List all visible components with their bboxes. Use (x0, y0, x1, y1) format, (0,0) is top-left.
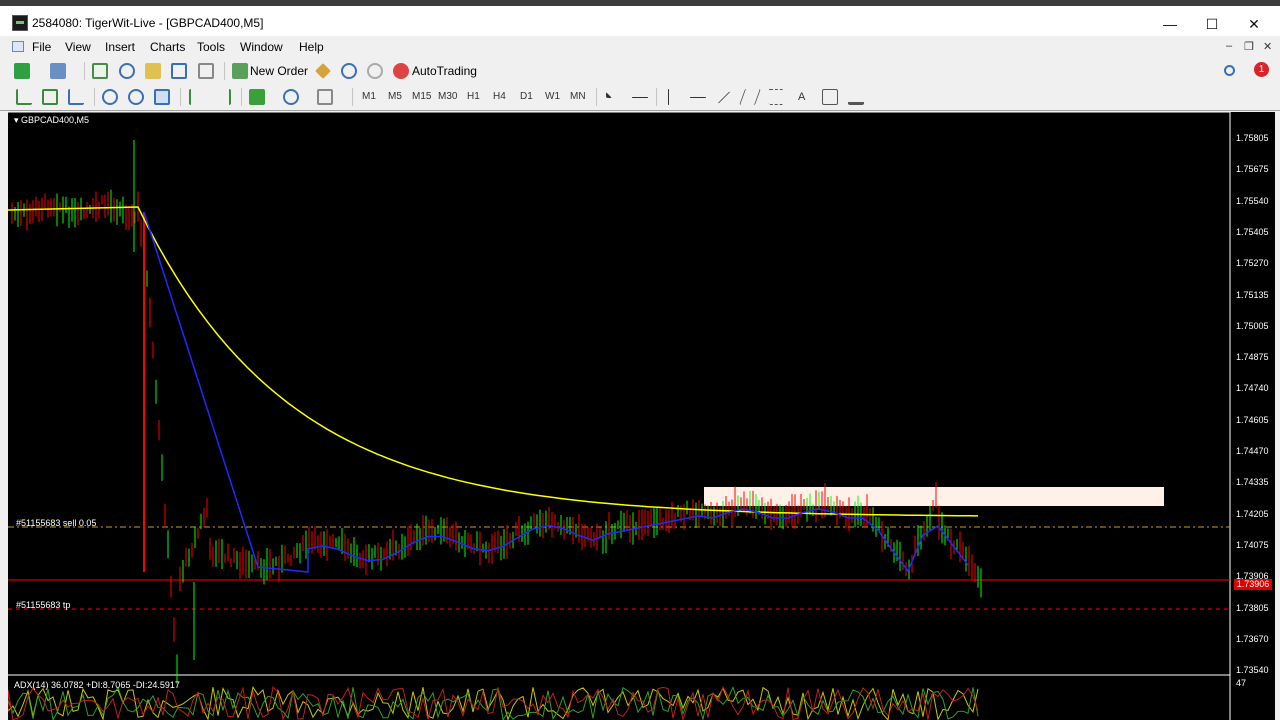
chart-shift-icon[interactable] (215, 89, 231, 105)
price-axis-tick: 1.75675 (1236, 164, 1269, 175)
strategy-tester-icon[interactable] (171, 63, 187, 79)
close-button[interactable]: ✕ (1234, 12, 1274, 36)
price-axis-tick: 1.75270 (1236, 258, 1269, 269)
app-icon (12, 15, 28, 31)
timeframe-mn[interactable]: MN (570, 91, 586, 102)
periods-icon[interactable] (283, 89, 299, 105)
price-axis-tick: 1.75005 (1236, 320, 1269, 331)
price-chart[interactable] (8, 112, 1280, 720)
price-axis-tick: 1.74470 (1236, 446, 1269, 456)
standard-toolbar: New Order AutoTrading 1 (0, 58, 1280, 84)
signals-icon[interactable] (341, 63, 357, 79)
menu-insert[interactable]: Insert (105, 40, 135, 54)
menu-view[interactable]: View (65, 40, 91, 54)
indicators-icon[interactable] (249, 89, 265, 105)
price-axis-tick: 1.75540 (1236, 195, 1269, 206)
price-axis-tick: 1.75135 (1236, 289, 1269, 300)
tile-windows-icon[interactable] (154, 89, 170, 105)
price-axis-tick: 1.74740 (1236, 383, 1269, 394)
new-chart-icon[interactable] (14, 63, 30, 79)
order-sell-label: #51155683 sell 0.05 (16, 518, 97, 528)
zoom-window-icon[interactable] (198, 63, 214, 79)
timeframe-m5[interactable]: M5 (388, 91, 402, 102)
price-axis-tick: 1.73540 (1236, 665, 1269, 676)
window-title: 2584080: TigerWit-Live - [GBPCAD400,M5] (32, 16, 264, 30)
adx-indicator-label: ADX(14) 36.0782 +DI:8.7065 -DI:24.5917 (14, 680, 180, 690)
timeframe-m15[interactable]: M15 (412, 91, 431, 102)
document-icon[interactable] (12, 41, 24, 52)
text-label-icon[interactable] (822, 89, 838, 105)
new-order-icon[interactable] (232, 63, 248, 79)
title-bar: 2584080: TigerWit-Live - [GBPCAD400,M5] … (0, 0, 1280, 36)
supply-zone-rect (704, 487, 1164, 506)
mdi-close-button[interactable]: ✕ (1263, 40, 1272, 53)
price-axis-tick: 1.73805 (1236, 602, 1269, 613)
navigator-icon[interactable] (119, 63, 135, 79)
fibonacci-icon[interactable] (768, 89, 784, 105)
chart-window[interactable]: ▾ GBPCAD400,M5 1.75805 1.75675 1.75540 1.75… (8, 112, 1280, 720)
menu-help[interactable]: Help (299, 40, 324, 54)
price-axis-tick: 1.75405 (1236, 226, 1269, 237)
terminal-icon[interactable] (145, 63, 161, 79)
current-price-tag: 1.73906 (1234, 579, 1272, 590)
menu-tools[interactable]: Tools (197, 40, 225, 54)
timeframe-h4[interactable]: H4 (493, 91, 506, 102)
maximize-button[interactable]: ☐ (1192, 12, 1232, 36)
menu-window[interactable]: Window (240, 40, 283, 54)
timeframe-m1[interactable]: M1 (362, 91, 376, 102)
price-axis-tick: 1.73670 (1236, 633, 1269, 644)
metaeditor-icon[interactable] (315, 63, 331, 79)
price-axis-tick: 1.74335 (1236, 477, 1269, 488)
price-axis-tick: 1.75805 (1236, 133, 1269, 143)
notification-badge[interactable]: 1 (1254, 62, 1269, 77)
moving-average-line (8, 206, 979, 517)
vps-icon[interactable] (367, 63, 383, 79)
mdi-restore-button[interactable]: ❐ (1244, 40, 1254, 53)
candlestick-icon[interactable] (42, 89, 58, 105)
charts-toolbar: M1 M5 M15 M30 H1 H4 D1 W1 MN A (0, 84, 1280, 111)
autotrading-button[interactable]: AutoTrading (412, 64, 477, 78)
cursor-icon[interactable] (606, 92, 612, 98)
mdi-minimize-button[interactable]: – (1226, 40, 1232, 52)
order-tp-label: #51155683 tp (16, 600, 71, 610)
vertical-line-icon[interactable] (668, 89, 669, 105)
menu-file[interactable]: File (32, 40, 51, 54)
horizontal-line-icon[interactable] (690, 97, 706, 98)
price-axis-tick: 1.74075 (1236, 539, 1269, 550)
price-axis-tick: 1.74605 (1236, 414, 1269, 425)
menu-bar: File View Insert Charts Tools Window Hel… (0, 36, 1280, 58)
bar-chart-icon[interactable] (16, 89, 32, 105)
autotrading-icon[interactable] (393, 63, 409, 79)
arrows-icon[interactable] (848, 89, 864, 105)
trendline-icon[interactable] (717, 91, 731, 104)
minimize-button[interactable]: — (1150, 12, 1190, 36)
line-chart-icon[interactable] (68, 89, 84, 105)
search-icon[interactable] (1224, 65, 1235, 76)
timeframe-w1[interactable]: W1 (545, 91, 560, 102)
symbol-label: ▾ GBPCAD400,M5 (14, 115, 90, 125)
auto-scroll-icon[interactable] (189, 89, 205, 105)
symbol-name: GBPCAD400,M5 (21, 115, 90, 125)
timeframe-d1[interactable]: D1 (520, 91, 533, 102)
crosshair-icon[interactable] (632, 97, 648, 98)
price-axis-tick: 1.74205 (1236, 508, 1269, 519)
second-moving-average-line (143, 211, 969, 573)
zoom-in-icon[interactable] (102, 89, 118, 105)
equidistant-channel-icon[interactable] (739, 89, 761, 105)
text-tool-button[interactable]: A (798, 91, 805, 103)
zoom-out-icon[interactable] (128, 89, 144, 105)
adx-axis-label: 47 (1236, 678, 1247, 688)
timeframe-h1[interactable]: H1 (467, 91, 480, 102)
right-edge (1275, 112, 1280, 720)
profiles-icon[interactable] (50, 63, 66, 79)
templates-icon[interactable] (317, 89, 333, 105)
new-order-button[interactable]: New Order (250, 64, 308, 78)
price-axis-tick: 1.74875 (1236, 352, 1269, 363)
timeframe-m30[interactable]: M30 (438, 91, 457, 102)
market-watch-icon[interactable] (92, 63, 108, 79)
menu-charts[interactable]: Charts (150, 40, 185, 54)
